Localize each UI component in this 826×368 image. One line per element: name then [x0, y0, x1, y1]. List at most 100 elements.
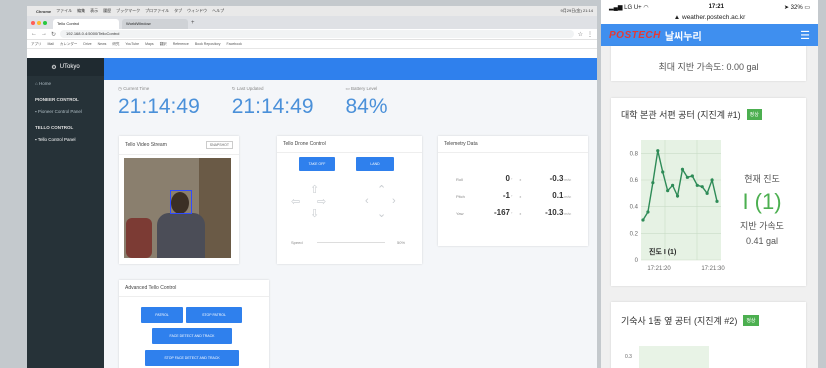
degree-unit: ° — [511, 212, 513, 216]
menu-tab[interactable]: タブ — [174, 8, 182, 14]
down-arrow-icon[interactable]: ⇩ — [310, 207, 319, 220]
bookmark-item[interactable]: 翻訳 — [160, 42, 167, 47]
stat-label: Current Time — [123, 86, 150, 91]
data-point — [656, 149, 660, 153]
new-tab-icon[interactable]: + — [191, 20, 195, 26]
back-chevron-icon[interactable]: ⌄ — [377, 207, 386, 220]
phone-time: 17:21 — [708, 4, 724, 10]
forward-icon[interactable]: → — [41, 31, 47, 37]
sidebar-brand[interactable]: ⚙ UTokyo — [27, 58, 104, 76]
rotate-left-icon[interactable]: ⇦ — [291, 195, 300, 208]
data-point — [700, 185, 704, 189]
face-detect-button[interactable]: FACE DETECT AND TRACK — [152, 328, 232, 344]
menubar-clock: 9月29日(金) 21:14 — [560, 8, 593, 13]
telemetry-card: Telemetry Data Roll 0 ° x -0.3 m/s² Pitch … — [438, 136, 588, 246]
menubar-app[interactable]: Chrome — [36, 9, 51, 14]
maximize-window-icon[interactable] — [43, 20, 47, 25]
bookmark-item[interactable]: 研究 — [112, 42, 119, 47]
land-button[interactable]: LAND — [356, 157, 394, 171]
patrol-button[interactable]: PATROL — [141, 307, 183, 323]
menu-window[interactable]: ウィンドウ — [187, 8, 207, 14]
sensor-card-2: 기숙사 1동 옆 공터 (지진계 #2) 정상 0.3 — [611, 302, 806, 368]
sidebar-section-pioneer: PIONEER CONTROL — [35, 97, 79, 102]
telemetry-accel: 0.1 — [552, 191, 564, 200]
forward-chevron-icon[interactable]: ⌃ — [377, 183, 386, 196]
data-point — [661, 170, 665, 174]
stat-value: 21:14:49 — [231, 95, 314, 118]
menu-dots-icon[interactable]: ⋮ — [587, 31, 593, 38]
snapshot-button[interactable]: SNAPSHOT — [205, 141, 233, 149]
menu-history[interactable]: 履歴 — [103, 8, 111, 14]
right-chevron-icon[interactable]: › — [392, 195, 396, 207]
bookmark-item[interactable]: カレンダー — [60, 42, 78, 47]
y-tick-label: 0.4 — [630, 205, 639, 211]
menu-bookmarks[interactable]: ブックマーク — [116, 8, 140, 14]
stat-label: Battery Level — [351, 86, 378, 91]
degree-unit: ° — [511, 178, 513, 182]
bookmark-item[interactable]: Mail — [48, 42, 54, 46]
bookmark-item[interactable]: Drive — [83, 42, 91, 46]
battery-percent: 32% — [790, 4, 803, 11]
tab-label: Tello Control — [57, 21, 80, 26]
card-header: 대학 본관 서편 공터 (지진계 #1) 정상 — [611, 98, 806, 131]
stop-patrol-button[interactable]: STOP PATROL — [186, 307, 242, 323]
menu-edit[interactable]: 編集 — [77, 8, 85, 14]
bookmark-item[interactable]: アプリ — [31, 42, 42, 47]
sidebar-item-home[interactable]: ⌂ Home — [27, 76, 104, 91]
bookmark-item[interactable]: Maps — [145, 42, 154, 46]
speed-value: 50% — [397, 240, 406, 245]
ground-accel-value: 0.41 gal — [745, 236, 779, 246]
signal-icon: ▂▄▆ — [609, 4, 625, 11]
hamburger-menu-icon[interactable]: ☰ — [800, 29, 810, 42]
carrier-label: LG U+ — [624, 4, 642, 11]
telemetry-row-roll: Roll 0 ° x -0.3 m/s² — [456, 174, 571, 183]
speed-slider[interactable] — [317, 242, 385, 243]
telemetry-angle: -1 — [502, 191, 510, 200]
menu-file[interactable]: ファイル — [56, 8, 72, 14]
card-title: Telemetry Data — [444, 141, 478, 147]
sidebar-item-label: Tello Control Panel — [37, 137, 76, 142]
menu-profile[interactable]: プロファイル — [145, 8, 169, 14]
bookmark-item[interactable]: Reference — [173, 42, 189, 46]
video-person — [157, 213, 205, 258]
menu-help[interactable]: ヘルプ — [212, 8, 224, 14]
bookmarks-bar: アプリ Mail カレンダー Drive News 研究 YouTube Map… — [27, 40, 597, 49]
plot-area — [641, 140, 721, 260]
bookmark-item[interactable]: Facebook — [227, 42, 242, 46]
data-point — [641, 218, 645, 222]
bookmark-item[interactable]: News — [98, 42, 107, 46]
bookmark-item[interactable]: YouTube — [125, 42, 139, 46]
back-icon[interactable]: ← — [31, 31, 37, 37]
lock-icon: ▲ — [673, 14, 682, 21]
sidebar-item-tello[interactable]: ▪ Tello Control Panel — [27, 132, 104, 147]
phone-url-bar[interactable]: ▲ weather.postech.ac.kr — [601, 14, 818, 24]
tab-worldwindow[interactable]: WorldWindow — [122, 19, 188, 29]
header-band — [104, 58, 597, 80]
close-window-icon[interactable] — [31, 20, 35, 25]
take-off-button[interactable]: TAKE OFF — [299, 157, 335, 171]
stat-last-updated: ↻ Last Updated 21:14:49 — [232, 86, 314, 119]
site-logo[interactable]: POSTECH — [609, 30, 661, 41]
tab-tello-control[interactable]: Tello Control — [53, 19, 119, 29]
stat-value: 84% — [345, 95, 388, 118]
tab-label: WorldWindow — [126, 21, 151, 26]
reload-icon[interactable]: ↻ — [51, 31, 56, 38]
left-chevron-icon[interactable]: ‹ — [365, 195, 369, 207]
max-accel-text: 최대 지반 가속도: 0.00 gal — [658, 62, 759, 72]
bookmark-item[interactable]: Book Repository — [195, 42, 221, 46]
data-point — [685, 175, 689, 179]
url-input[interactable]: 192.168.0.4:5000/TelloControl — [60, 30, 574, 38]
data-point — [710, 178, 714, 182]
minimize-window-icon[interactable] — [37, 20, 41, 25]
sidebar-item-pioneer[interactable]: ▪ Pioneer Control Panel — [27, 104, 104, 119]
star-icon[interactable]: ☆ — [578, 31, 583, 38]
site-title[interactable]: 날씨누리 — [665, 28, 702, 43]
chart-intensity-label: 진도 I (1) — [649, 247, 676, 256]
menu-view[interactable]: 表示 — [90, 8, 98, 14]
card-title: Tello Video Stream — [125, 142, 167, 148]
sidebar-item-label: Home — [38, 81, 51, 86]
x-tick-label: 17:21:20 — [647, 266, 671, 272]
stop-face-detect-button[interactable]: STOP FACE DETECT AND TRACK — [145, 350, 239, 366]
phone-status-bar: ▂▄▆ LG U+ ◠ 17:21 ➤ 32% ▭ — [601, 0, 818, 14]
stat-current-time: ◷ Current Time 21:14:49 — [118, 86, 200, 119]
